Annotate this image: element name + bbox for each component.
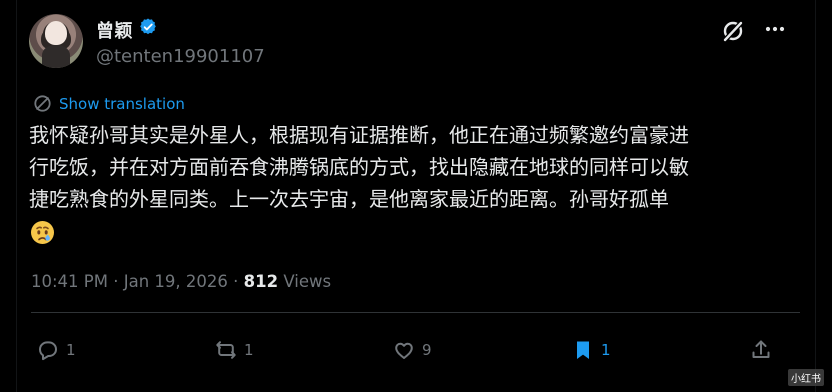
crying-face-emoji [29,219,56,246]
like-count: 9 [422,341,432,359]
reply-button[interactable]: 1 [35,337,76,363]
repost-icon [216,341,236,359]
meta-separator-2: · [227,272,244,291]
bookmark-icon [577,341,589,359]
reply-icon [39,341,57,361]
reply-count: 1 [66,341,76,359]
translate-globe-icon [34,95,51,112]
views-label: Views [278,272,332,291]
heart-icon [395,342,413,359]
repost-button[interactable]: 1 [213,337,254,363]
post-text: 我怀疑孙哥其实是外星人，根据现有证据推断，他正在通过频繁邀约富豪进 行吃饭，并在… [29,119,800,247]
avatar[interactable] [29,14,83,68]
show-translation-label[interactable]: Show translation [59,95,185,113]
divider [31,312,800,313]
share-button[interactable] [748,337,774,363]
bookmark-count: 1 [601,341,611,359]
author-handle[interactable]: @tenten19901107 [96,46,265,67]
grok-icon[interactable] [720,18,746,44]
post-meta: 10:41 PM · Jan 19, 2026 · 812 Views [31,272,331,291]
like-button[interactable]: 9 [391,337,432,363]
post-date[interactable]: Jan 19, 2026 [124,272,228,291]
post-line: 捷吃熟食的外星同类。上一次去宇宙，是他离家最近的距离。孙哥好孤单 [29,187,669,211]
verified-badge-icon [140,18,156,35]
more-options-icon[interactable] [762,16,788,42]
show-translation-link[interactable]: Show translation [33,94,185,113]
share-icon [752,340,770,358]
meta-separator: · [107,272,124,291]
views-count: 812 [243,272,279,291]
post-line: 行吃饭，并在对方面前吞食沸腾锅底的方式，找出隐藏在地球的同样可以敏 [29,155,689,179]
author-display-name[interactable]: 曾颖 [96,17,133,43]
repost-count: 1 [244,341,254,359]
post-line: 我怀疑孙哥其实是外星人，根据现有证据推断，他正在通过频繁邀约富豪进 [29,123,689,147]
bookmark-button[interactable]: 1 [570,337,611,363]
post-actions: 1 1 9 1 [0,333,832,371]
watermark: 小红书 [788,369,824,386]
post-card: 曾颖 @tenten19901107 Show translation 我怀疑孙… [0,0,832,392]
post-time[interactable]: 10:41 PM [31,272,108,291]
